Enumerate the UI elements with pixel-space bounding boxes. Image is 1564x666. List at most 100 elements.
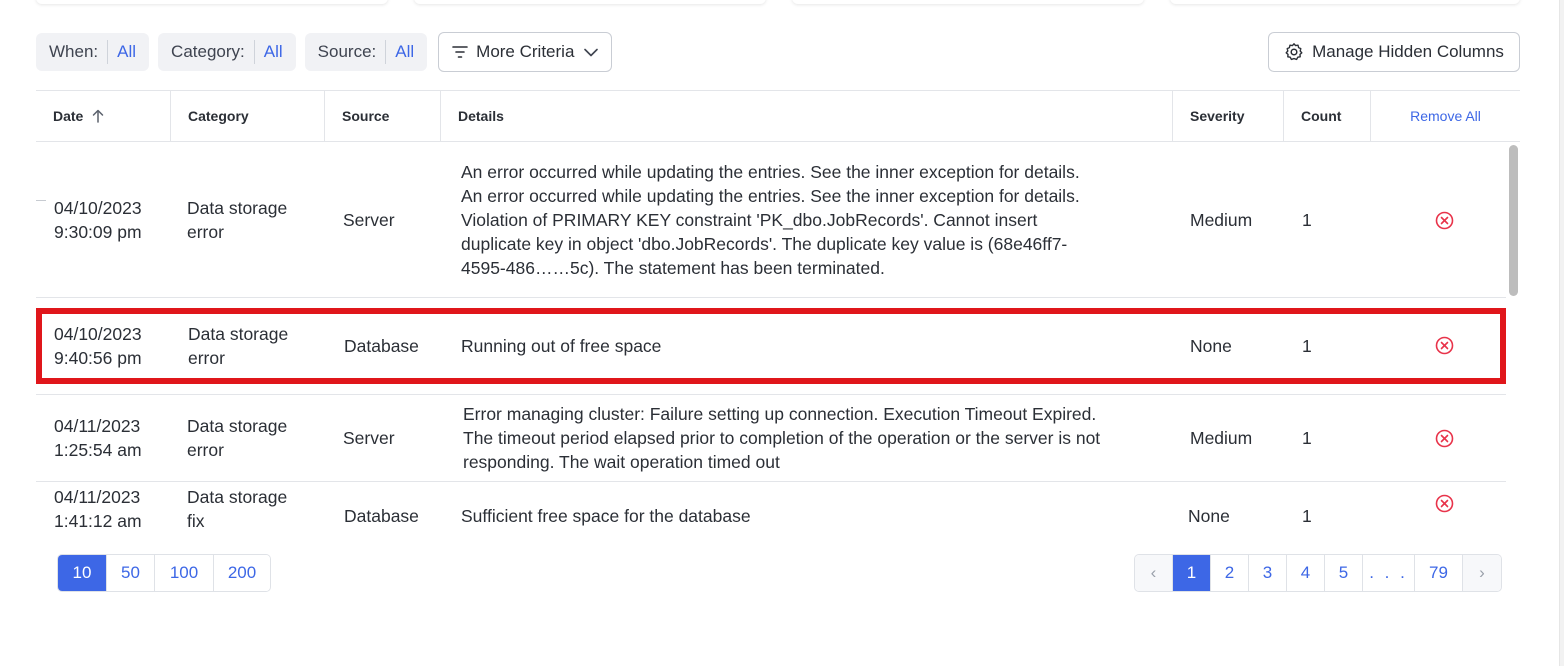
- severity-cell: Medium: [1190, 428, 1253, 448]
- table-row[interactable]: 04/11/2023 1:25:54 am Data storage error S…: [36, 394, 1506, 482]
- date-cell: 04/10/2023 9:40:56 pm: [54, 308, 184, 383]
- filter-label: Category:: [171, 42, 245, 61]
- filter-bar: When: All Category: All Source: All More…: [36, 32, 613, 72]
- page-button[interactable]: 1: [1173, 555, 1211, 591]
- category-cell: Data storage fix: [187, 481, 327, 537]
- column-header-severity[interactable]: Severity: [1173, 91, 1284, 141]
- severity-cell: Medium: [1190, 210, 1253, 230]
- events-table: Date Category Source Details Severity Co…: [36, 90, 1520, 541]
- page-size-option[interactable]: 50: [107, 555, 155, 591]
- remove-row-button[interactable]: [1432, 395, 1456, 481]
- row-indicator: [36, 200, 46, 201]
- category-text: Data storage: [187, 198, 288, 218]
- column-header-count[interactable]: Count: [1284, 91, 1371, 141]
- column-header-label: Severity: [1190, 108, 1245, 124]
- date-cell: 04/11/2023 1:41:12 am: [54, 481, 184, 537]
- filter-divider: [385, 40, 387, 64]
- remove-circle-x-icon: [1435, 429, 1453, 447]
- category-text: error: [188, 347, 225, 368]
- manage-hidden-columns-label: Manage Hidden Columns: [1312, 42, 1504, 61]
- pagination: ‹ 1 2 3 4 5 . . . 79 ›: [1134, 554, 1502, 592]
- page-button[interactable]: 5: [1325, 555, 1363, 591]
- source-cell: Server: [343, 210, 395, 230]
- column-header-source[interactable]: Source: [325, 91, 441, 141]
- category-cell: Data storage error: [187, 395, 327, 481]
- category-text: error: [187, 440, 224, 460]
- column-header-label: Details: [458, 108, 504, 124]
- filter-label: When:: [49, 42, 99, 61]
- filter-when[interactable]: When: All: [36, 33, 150, 71]
- column-header-date[interactable]: Date: [36, 91, 171, 141]
- date-text: 04/11/2023: [54, 487, 141, 507]
- source-cell: Server: [343, 428, 395, 448]
- count-cell: 1: [1302, 335, 1312, 356]
- category-cell: Data storage error: [187, 143, 327, 297]
- filter-lines-icon: [452, 46, 468, 58]
- column-header-category[interactable]: Category: [171, 91, 325, 141]
- date-cell: 04/10/2023 9:30:09 pm: [54, 143, 184, 297]
- date-text: 04/11/2023: [54, 416, 141, 436]
- table-row[interactable]: 04/11/2023 1:41:12 am Data storage fix Dat…: [36, 481, 1506, 541]
- summary-card: [1170, 0, 1520, 4]
- window-scrollbar[interactable]: [1559, 0, 1564, 666]
- time-text: 9:40:56 pm: [54, 347, 142, 368]
- category-text: error: [187, 222, 224, 242]
- remove-row-button[interactable]: [1432, 481, 1456, 525]
- summary-card: [792, 0, 1144, 4]
- filter-label: Source:: [317, 42, 377, 61]
- source-cell: Database: [344, 335, 419, 356]
- category-text: Data storage: [187, 487, 288, 507]
- remove-circle-x-icon: [1435, 336, 1453, 355]
- filter-value[interactable]: All: [117, 42, 136, 62]
- page-size-selector: 10 50 100 200: [57, 554, 271, 592]
- pagination-ellipsis[interactable]: . . .: [1363, 555, 1415, 591]
- column-header-label: Count: [1301, 108, 1342, 124]
- category-text: Data storage: [187, 416, 288, 436]
- page-button[interactable]: 2: [1211, 555, 1249, 591]
- count-cell: 1: [1302, 210, 1312, 230]
- column-header-label: Source: [342, 108, 390, 124]
- source-cell: Database: [344, 506, 419, 526]
- arrow-up-icon: [93, 109, 104, 123]
- more-criteria-button[interactable]: More Criteria: [438, 32, 613, 72]
- filter-source[interactable]: Source: All: [304, 33, 428, 71]
- page-button[interactable]: 4: [1287, 555, 1325, 591]
- filter-value[interactable]: All: [264, 42, 283, 62]
- count-cell: 1: [1302, 428, 1312, 448]
- remove-row-button[interactable]: [1432, 308, 1456, 383]
- page-button-last[interactable]: 79: [1415, 555, 1463, 591]
- manage-hidden-columns-button[interactable]: Manage Hidden Columns: [1268, 32, 1520, 72]
- table-scrollbar[interactable]: [1506, 143, 1520, 541]
- remove-circle-x-icon: [1435, 211, 1453, 229]
- remove-all-button[interactable]: Remove All: [1371, 91, 1520, 141]
- remove-row-button[interactable]: [1432, 143, 1456, 297]
- time-text: 1:25:54 am: [54, 440, 142, 460]
- date-text: 04/10/2023: [54, 323, 142, 344]
- page-size-option[interactable]: 100: [155, 555, 214, 591]
- scrollbar-thumb[interactable]: [1509, 145, 1518, 296]
- details-cell: Sufficient free space for the database: [461, 506, 751, 526]
- table-row[interactable]: 04/10/2023 9:30:09 pm Data storage error S…: [36, 143, 1506, 298]
- details-cell: Error managing cluster: Failure setting …: [463, 404, 1101, 472]
- next-page-button[interactable]: ›: [1463, 555, 1501, 591]
- severity-cell: None: [1188, 506, 1230, 526]
- table-header: Date Category Source Details Severity Co…: [36, 91, 1520, 142]
- column-header-details[interactable]: Details: [441, 91, 1173, 141]
- remove-circle-x-icon: [1435, 494, 1453, 512]
- count-cell: 1: [1302, 506, 1312, 526]
- column-header-label: Date: [53, 108, 84, 124]
- page-size-option[interactable]: 200: [214, 555, 270, 591]
- severity-cell: None: [1190, 335, 1232, 356]
- previous-page-button[interactable]: ‹: [1135, 555, 1173, 591]
- table-row-highlighted[interactable]: 04/10/2023 9:40:56 pm Data storage error D…: [36, 308, 1506, 384]
- page-size-option[interactable]: 10: [58, 555, 107, 591]
- summary-card: [36, 0, 388, 4]
- filter-category[interactable]: Category: All: [158, 33, 296, 71]
- category-text: Data storage: [188, 323, 289, 344]
- page-button[interactable]: 3: [1249, 555, 1287, 591]
- details-cell: Running out of free space: [461, 335, 662, 356]
- date-text: 04/10/2023: [54, 198, 142, 218]
- filter-value[interactable]: All: [395, 42, 414, 62]
- filter-divider: [107, 40, 109, 64]
- column-header-label: Category: [188, 108, 249, 124]
